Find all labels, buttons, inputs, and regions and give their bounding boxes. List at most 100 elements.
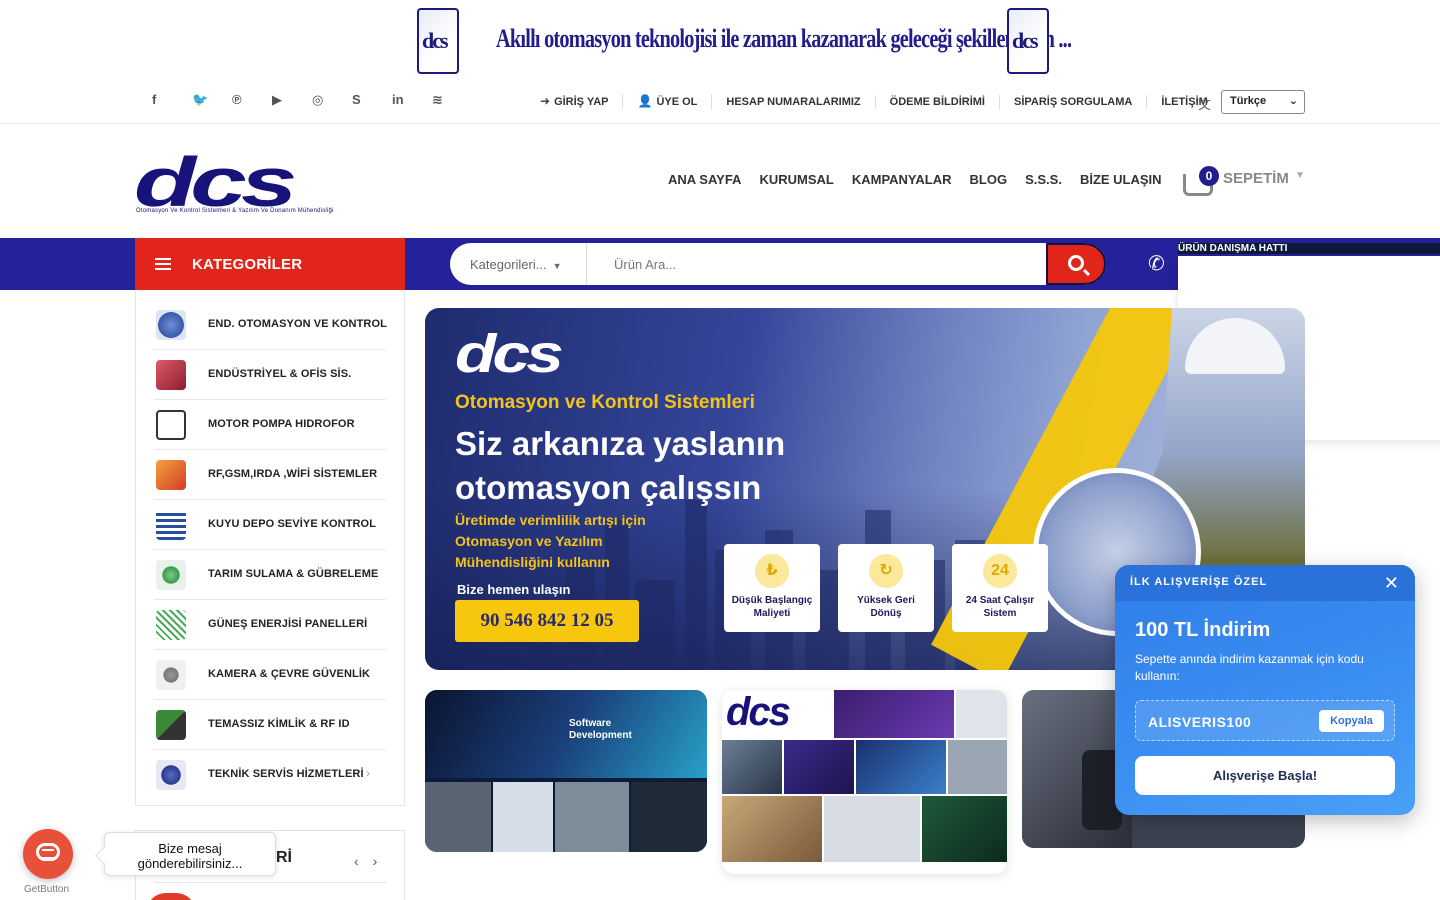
nav-campaigns[interactable]: KAMPANYALAR (852, 172, 952, 187)
thumb-logo: dcs (726, 690, 791, 734)
category-item[interactable]: TEMASSIZ KİMLİK & RF ID (154, 700, 386, 750)
rss-icon[interactable]: ≋ (432, 92, 472, 108)
rfid-card-icon (156, 710, 186, 740)
categories-button[interactable]: KATEGORİLER (135, 238, 405, 290)
promo-thumb-automation[interactable]: dcs (722, 690, 1007, 874)
divider (586, 243, 587, 285)
category-item[interactable]: ENDÜSTRİYEL & OFİS SİS. (154, 350, 386, 400)
top-links: ➜ GİRİŞ YAP 👤 ÜYE OL HESAP NUMARALARIMIZ Ö… (526, 94, 1222, 109)
linkedin-icon[interactable]: in (392, 92, 432, 108)
coupon-code: ALISVERIS100 (1148, 714, 1252, 730)
nav-contact[interactable]: BİZE ULAŞIN (1080, 172, 1162, 187)
nav-corporate[interactable]: KURUMSAL (759, 172, 833, 187)
category-item[interactable]: MOTOR POMPA HIDROFOR (154, 400, 386, 450)
accounts-link[interactable]: HESAP NUMARALARIMIZ (712, 94, 876, 109)
site-header: dcs Otomasyon Ve Kontrol Sistemleri & Ya… (0, 124, 1440, 238)
divider (154, 882, 386, 883)
close-icon[interactable]: ✕ (1384, 573, 1399, 594)
feature-badge: ↻ Yüksek Geri Dönüş (838, 544, 934, 632)
search-bar: KATEGORİLER Kategorileri... ▼ Ürün Ara...… (0, 238, 1440, 440)
product-thumbnail[interactable] (146, 893, 196, 900)
promo-tagline: Akıllı otomasyon teknolojisi ile zaman k… (496, 24, 1072, 53)
category-item[interactable]: RF,GSM,IRDA ,WİFİ SİSTEMLER (154, 450, 386, 500)
hero-description: Üretimde verimlilik artışı için Otomasyo… (455, 512, 646, 570)
site-logo[interactable]: dcs Otomasyon Ve Kontrol Sistemleri & Ya… (134, 147, 424, 217)
cart-count-badge: 0 (1199, 166, 1219, 186)
chevron-right-icon: › (366, 766, 370, 780)
hero-phone-button[interactable]: 90 546 842 12 05 (455, 600, 639, 642)
search-category-select[interactable]: Kategorileri... ▼ (470, 257, 562, 272)
hero-cta-label: Bize hemen ulaşın (457, 582, 571, 597)
chat-bubble-icon (36, 843, 60, 861)
category-item[interactable]: TARIM SULAMA & GÜBRELEME (154, 550, 386, 600)
money-bag-icon: ₺ (755, 554, 789, 588)
chat-button[interactable] (23, 829, 73, 879)
motor-icon (156, 410, 186, 440)
pinterest-icon[interactable]: ℗ (232, 92, 272, 108)
youtube-icon[interactable]: ▶ (272, 92, 312, 108)
social-links: f 🐦 ℗ ▶ ◎ S in ≋ (152, 92, 472, 108)
category-item[interactable]: KAMERA & ÇEVRE GÜVENLİK (154, 650, 386, 700)
nav-home[interactable]: ANA SAYFA (668, 172, 741, 187)
caret-down-icon: ▼ (552, 261, 562, 271)
twitter-icon[interactable]: 🐦 (192, 92, 232, 108)
menu-icon (155, 258, 171, 270)
page: dcs Akıllı otomasyon teknolojisi ile zam… (0, 0, 1440, 900)
login-link[interactable]: ➜ GİRİŞ YAP (526, 94, 624, 109)
camera-icon (156, 660, 186, 690)
gear-chip-icon (156, 310, 186, 340)
language-icon: 文 (1198, 97, 1212, 112)
cart-label: SEPETİM (1223, 170, 1289, 187)
category-item[interactable]: END. OTOMASYON VE KONTROL (154, 300, 387, 350)
service-chip-icon (156, 760, 186, 790)
category-list: END. OTOMASYON VE KONTROL ENDÜSTRİYEL & … (135, 290, 405, 806)
chevron-right-icon[interactable]: › (373, 853, 392, 869)
register-link[interactable]: 👤 ÜYE OL (623, 94, 713, 109)
monitor-icon (156, 360, 186, 390)
payment-notice-link[interactable]: ÖDEME BİLDİRİMİ (876, 94, 1000, 109)
chat-brand: GetButton (24, 884, 70, 895)
chevron-left-icon[interactable]: ‹ (354, 853, 373, 869)
facebook-icon[interactable]: f (152, 92, 192, 108)
skype-icon[interactable]: S (352, 92, 392, 108)
nav-faq[interactable]: S.S.S. (1025, 172, 1062, 187)
promo-banner[interactable]: dcs Akıllı otomasyon teknolojisi ile zam… (0, 0, 1440, 80)
search-input[interactable]: Ürün Ara... (614, 257, 676, 272)
chat-tooltip[interactable]: Bize mesaj gönderebilirsiniz... (104, 832, 276, 876)
promo-logo-left: dcs (417, 8, 459, 74)
carousel-nav: ‹› (354, 853, 391, 869)
clock-24h-icon: 24 (983, 554, 1017, 588)
coupon-code-box: ALISVERIS100 Kopyala (1135, 700, 1395, 741)
hero-headline: Siz arkanıza yaslanın otomasyon çalışsın (455, 425, 786, 506)
language-select[interactable]: Türkçe ⌄ (1221, 90, 1305, 114)
plant-icon (156, 560, 186, 590)
phone-icon: ✆ (1148, 253, 1165, 275)
hero-logo: dcs (455, 324, 564, 384)
search-icon (1068, 255, 1084, 271)
category-item[interactable]: GÜNEŞ ENERJİSİ PANELLERİ (154, 600, 386, 650)
tank-icon (156, 510, 186, 540)
coupon-popup: İLK ALIŞVERİŞE ÖZEL ✕ 100 TL İndirim Sep… (1115, 565, 1415, 815)
search-button[interactable] (1046, 243, 1106, 285)
coupon-header: İLK ALIŞVERİŞE ÖZEL ✕ (1115, 565, 1415, 601)
category-item[interactable]: KUYU DEPO SEVİYE KONTROL (154, 500, 386, 550)
login-icon: ➜ (540, 94, 551, 108)
hero-subtitle: Otomasyon ve Kontrol Sistemleri (455, 392, 755, 413)
return-icon: ↻ (869, 554, 903, 588)
instagram-icon[interactable]: ◎ (312, 92, 352, 108)
promo-thumb-software[interactable]: Software Development (425, 690, 707, 852)
start-shopping-button[interactable]: Alışverişe Başla! (1135, 756, 1395, 795)
chevron-down-icon: ▼ (1295, 170, 1305, 181)
category-item[interactable]: TEKNİK SERVİS HİZMETLERİ › (154, 750, 386, 800)
copy-button[interactable]: Kopyala (1319, 710, 1384, 732)
chevron-down-icon: ⌄ (1288, 95, 1298, 107)
wireless-icon (156, 460, 186, 490)
order-query-link[interactable]: SİPARİŞ SORGULAMA (1000, 94, 1148, 109)
feature-badge: 24 24 Saat Çalışır Sistem (952, 544, 1048, 632)
top-bar: f 🐦 ℗ ▶ ◎ S in ≋ ➜ GİRİŞ YAP 👤 ÜYE OL HESA… (0, 80, 1440, 124)
coupon-title: 100 TL İndirim (1135, 619, 1271, 641)
solar-panel-icon (156, 610, 186, 640)
thumb-caption: Software Development (569, 718, 632, 741)
search-box: Kategorileri... ▼ Ürün Ara... (450, 243, 1106, 285)
nav-blog[interactable]: BLOG (970, 172, 1008, 187)
